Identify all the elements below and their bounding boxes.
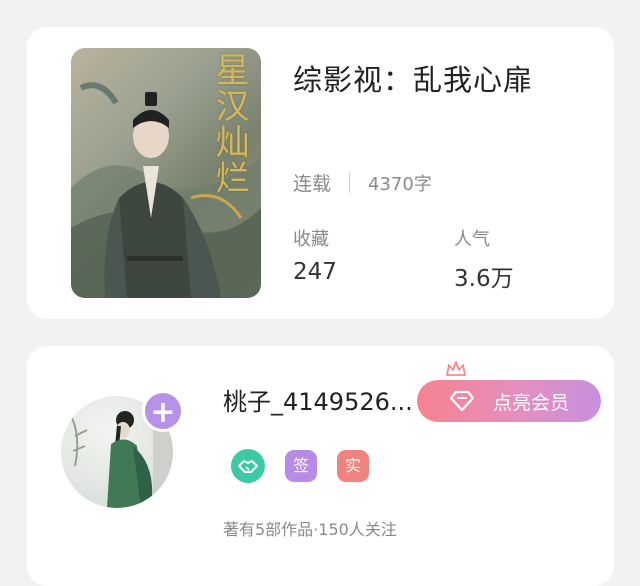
plus-icon: + (150, 395, 176, 430)
popularity-label: 人气 (454, 229, 490, 250)
follow-plus-button[interactable]: + (142, 390, 184, 432)
author-card: + 桃子_4149526... 点亮会员 签 实 著有5部作品·150人关注 (27, 346, 614, 586)
author-name[interactable]: 桃子_4149526... (223, 382, 423, 417)
favorites-label: 收藏 (293, 229, 329, 250)
vip-button[interactable]: 点亮会员 (417, 380, 601, 422)
signed-badge[interactable]: 签 (285, 450, 317, 482)
book-title[interactable]: 综影视：乱我心扉 (293, 57, 533, 99)
vip-button-label: 点亮会员 (492, 391, 569, 414)
favorites-value: 247 (293, 259, 337, 285)
handshake-badge[interactable] (231, 449, 265, 483)
book-card[interactable]: 星汉灿烂 综影视：乱我心扉 连载 4370字 收藏 247 人气 3.6万 (27, 27, 614, 319)
word-count: 4370字 (368, 173, 432, 195)
author-stats: 著有5部作品·150人关注 (223, 520, 397, 539)
book-meta-row: 连载 4370字 (293, 169, 432, 196)
verified-badge[interactable]: 实 (337, 450, 369, 482)
handshake-icon (238, 460, 258, 473)
meta-divider (349, 172, 351, 193)
popularity-value: 3.6万 (454, 266, 514, 292)
book-status: 连载 (293, 173, 332, 195)
crown-icon (446, 361, 466, 376)
diamond-icon (449, 390, 475, 412)
cover-title-text: 星汉灿烂 (209, 52, 249, 196)
book-cover[interactable]: 星汉灿烂 (71, 48, 261, 298)
